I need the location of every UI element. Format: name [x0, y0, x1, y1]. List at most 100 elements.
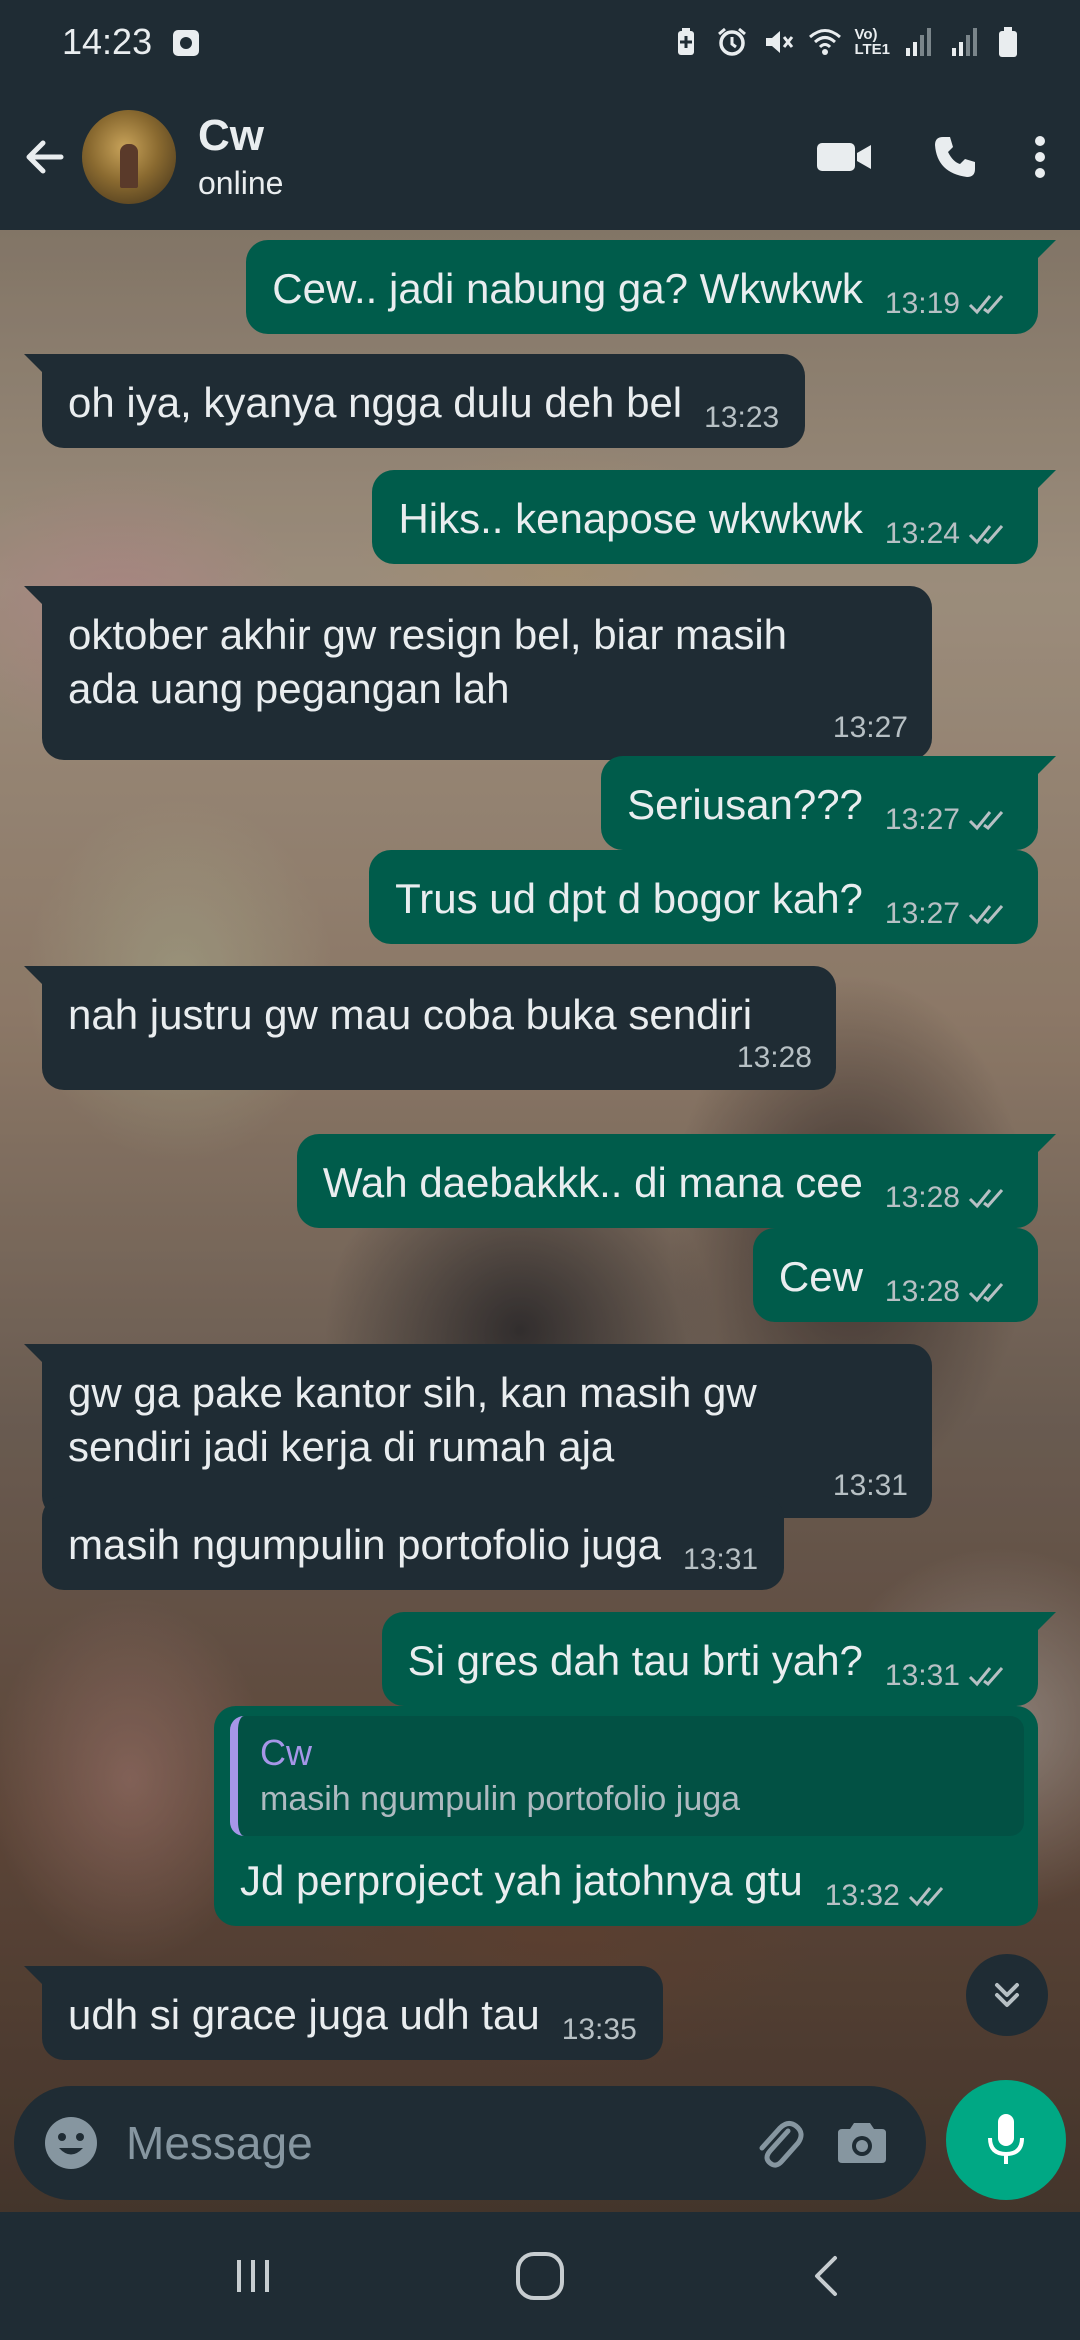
message-time: 13:35: [561, 2013, 637, 2046]
message-composer: [14, 2086, 926, 2200]
message-meta: 13:19: [885, 286, 1012, 322]
message-text: Wah daebakkk.. di mana cee: [322, 1159, 863, 1206]
double-check-icon: [968, 1189, 1004, 1209]
photo-icon: [170, 26, 202, 58]
message-bubble-outgoing[interactable]: Trus ud dpt d bogor kah? 13:27: [369, 850, 1038, 944]
message-meta: 13:24: [885, 516, 1012, 552]
message-text: udh si grace juga udh tau: [68, 1991, 540, 2038]
attach-icon[interactable]: [736, 2101, 820, 2185]
double-check-icon: [968, 811, 1004, 831]
message-meta: 13:28: [885, 1274, 1012, 1310]
message-text: oh iya, kyanya ngga dulu deh bel: [68, 379, 683, 426]
signal-icon: [904, 26, 936, 58]
message-meta: 13:27: [885, 896, 1012, 932]
message-text: Trus ud dpt d bogor kah?: [395, 875, 863, 922]
status-right: Vo) LTE1: [670, 26, 1028, 58]
message-text: Hiks.. kenapose wkwkwk: [398, 495, 863, 542]
message-meta: 13:27: [885, 802, 1012, 838]
quote-text: masih ngumpulin portofolio juga: [260, 1780, 741, 1818]
message-meta: 13:28: [885, 1180, 1012, 1216]
message-bubble-outgoing[interactable]: Cew.. jadi nabung ga? Wkwkwk 13:19: [246, 240, 1056, 334]
message-bubble-incoming[interactable]: oktober akhir gw resign bel, biar masih …: [24, 586, 932, 760]
message-time: 13:24: [884, 517, 960, 550]
camera-icon[interactable]: [820, 2101, 904, 2185]
message-meta: 13:31: [833, 1468, 908, 1504]
avatar[interactable]: [82, 110, 176, 204]
message-time: 13:31: [683, 1543, 759, 1576]
message-text: Jd perproject yah jatohnya gtu: [240, 1857, 803, 1904]
message-text: Cew: [778, 1253, 863, 1300]
message-bubble-incoming[interactable]: nah justru gw mau coba buka sendiri 13:2…: [24, 966, 836, 1090]
message-bubble-outgoing[interactable]: Wah daebakkk.. di mana cee 13:28: [296, 1134, 1057, 1228]
phone-call-icon[interactable]: [900, 107, 1010, 207]
recent-apps-icon[interactable]: [193, 2231, 313, 2321]
emoji-icon[interactable]: [36, 2108, 106, 2178]
status-time: 14:23: [62, 21, 153, 62]
message-input[interactable]: [126, 2103, 736, 2183]
message-time: 13:28: [884, 1181, 960, 1214]
contact-info[interactable]: Cw online: [198, 110, 283, 204]
back-icon[interactable]: [767, 2231, 887, 2321]
message-text: oktober akhir gw resign bel, biar masih …: [68, 611, 788, 712]
quote-author: Cw: [260, 1732, 312, 1773]
status-left: 14:23: [62, 21, 202, 63]
message-time: 13:28: [736, 1041, 812, 1074]
contact-status: online: [198, 165, 284, 201]
chat-area[interactable]: Cew.. jadi nabung ga? Wkwkwk 13:19 oh iy…: [0, 230, 1080, 2212]
message-time: 13:31: [884, 1659, 960, 1692]
message-bubble-incoming[interactable]: masih ngumpulin portofolio juga 13:31: [42, 1496, 785, 1590]
quoted-message[interactable]: Cw masih ngumpulin portofolio juga: [230, 1716, 1024, 1836]
double-check-icon: [968, 1283, 1004, 1303]
message-meta: 13:31: [885, 1658, 1012, 1694]
message-meta: 13:23: [704, 400, 779, 436]
double-check-icon: [908, 1887, 943, 1907]
double-check-icon: [968, 905, 1004, 925]
video-call-icon[interactable]: [790, 107, 900, 207]
message-time: 13:19: [884, 287, 960, 320]
mute-icon: [762, 26, 794, 58]
message-bubble-incoming[interactable]: udh si grace juga udh tau 13:35: [24, 1966, 663, 2060]
double-check-icon: [968, 1667, 1004, 1687]
message-text: nah justru gw mau coba buka sendiri: [68, 991, 753, 1038]
signal-icon: [950, 26, 982, 58]
scroll-down-icon[interactable]: [966, 1954, 1048, 2036]
more-vert-icon[interactable]: [1010, 107, 1070, 207]
message-bubble-outgoing[interactable]: Cew 13:28: [752, 1228, 1038, 1322]
contact-name: Cw: [198, 111, 264, 160]
double-check-icon: [968, 295, 1004, 315]
network-type: Vo) LTE1: [854, 26, 890, 58]
message-meta: 13:35: [562, 2012, 637, 2048]
mic-icon[interactable]: [946, 2080, 1066, 2200]
message-text: Seriusan???: [627, 781, 863, 828]
home-icon[interactable]: [480, 2231, 600, 2321]
double-check-icon: [968, 525, 1004, 545]
message-meta: 13:27: [833, 710, 908, 746]
message-meta: 13:31: [683, 1542, 758, 1578]
message-meta: 13:28: [737, 1040, 812, 1076]
message-bubble-incoming[interactable]: gw ga pake kantor sih, kan masih gw send…: [24, 1344, 932, 1518]
message-time: 13:32: [824, 1879, 900, 1912]
message-bubble-incoming[interactable]: oh iya, kyanya ngga dulu deh bel 13:23: [23, 354, 806, 448]
message-meta: 13:32: [825, 1878, 952, 1914]
message-time: 13:31: [832, 1469, 908, 1502]
header-actions: [790, 107, 1080, 207]
message-text: gw ga pake kantor sih, kan masih gw send…: [68, 1369, 757, 1470]
message-text: Cew.. jadi nabung ga? Wkwkwk: [272, 265, 863, 312]
message-time: 13:23: [704, 401, 780, 434]
back-arrow-icon[interactable]: [10, 122, 80, 192]
system-nav-bar: [0, 2212, 1080, 2340]
message-text: Si gres dah tau brti yah?: [407, 1637, 863, 1684]
message-time: 13:27: [884, 803, 960, 836]
message-bubble-outgoing[interactable]: Si gres dah tau brti yah? 13:31: [381, 1612, 1057, 1706]
message-time: 13:27: [832, 711, 908, 744]
wifi-icon: [808, 26, 842, 58]
message-bubble-outgoing[interactable]: Hiks.. kenapose wkwkwk 13:24: [372, 470, 1056, 564]
battery-saver-icon: [670, 26, 702, 58]
message-bubble-outgoing-reply[interactable]: Cw masih ngumpulin portofolio juga Jd pe…: [214, 1706, 1038, 1926]
alarm-icon: [716, 26, 748, 58]
chat-header: Cw online: [0, 84, 1080, 230]
status-bar: 14:23 Vo) LTE1: [0, 0, 1080, 84]
message-text: masih ngumpulin portofolio juga: [68, 1521, 662, 1568]
message-time: 13:28: [884, 1275, 960, 1308]
message-bubble-outgoing[interactable]: Seriusan??? 13:27: [601, 756, 1056, 850]
